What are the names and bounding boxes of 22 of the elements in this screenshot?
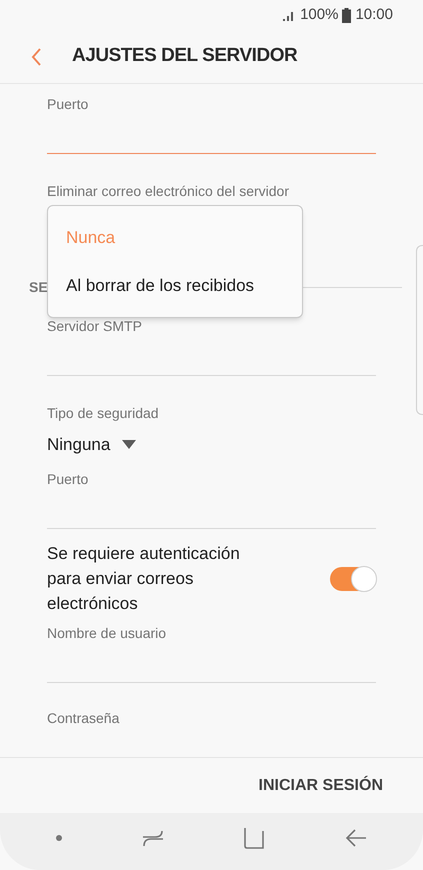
sign-in-button[interactable]: INICIAR SESIÓN xyxy=(258,774,383,798)
dropdown-option[interactable]: Al borrar de los recibidos xyxy=(48,272,302,298)
field-label: Eliminar correo electrónico del servidor xyxy=(47,182,290,201)
back-icon xyxy=(30,46,42,66)
screen-title: AJUSTES DEL SERVIDOR xyxy=(72,44,298,68)
field-label: Servidor SMTP xyxy=(47,317,143,336)
field-label: Tipo de seguridad xyxy=(47,404,160,423)
field-label: Puerto xyxy=(47,470,90,489)
security-dropdown[interactable]: Ninguna xyxy=(47,432,136,458)
clock: 10:00 xyxy=(355,4,393,25)
section-header: SE xyxy=(29,278,48,296)
field-label: Contraseña xyxy=(47,709,120,728)
field-label: Puerto xyxy=(47,95,90,114)
edge-panel-handle[interactable] xyxy=(416,245,423,415)
battery-percentage: 100% xyxy=(300,4,338,25)
toggle-label: Se requiere autenticación para enviar correos electrónicos xyxy=(47,543,241,615)
home-icon[interactable] xyxy=(243,826,266,848)
back-nav-icon[interactable] xyxy=(345,826,368,848)
toggle-switch[interactable] xyxy=(330,566,376,590)
caret-icon xyxy=(122,440,136,450)
battery-icon xyxy=(342,8,352,22)
field-label: Nombre de usuario xyxy=(47,624,168,643)
